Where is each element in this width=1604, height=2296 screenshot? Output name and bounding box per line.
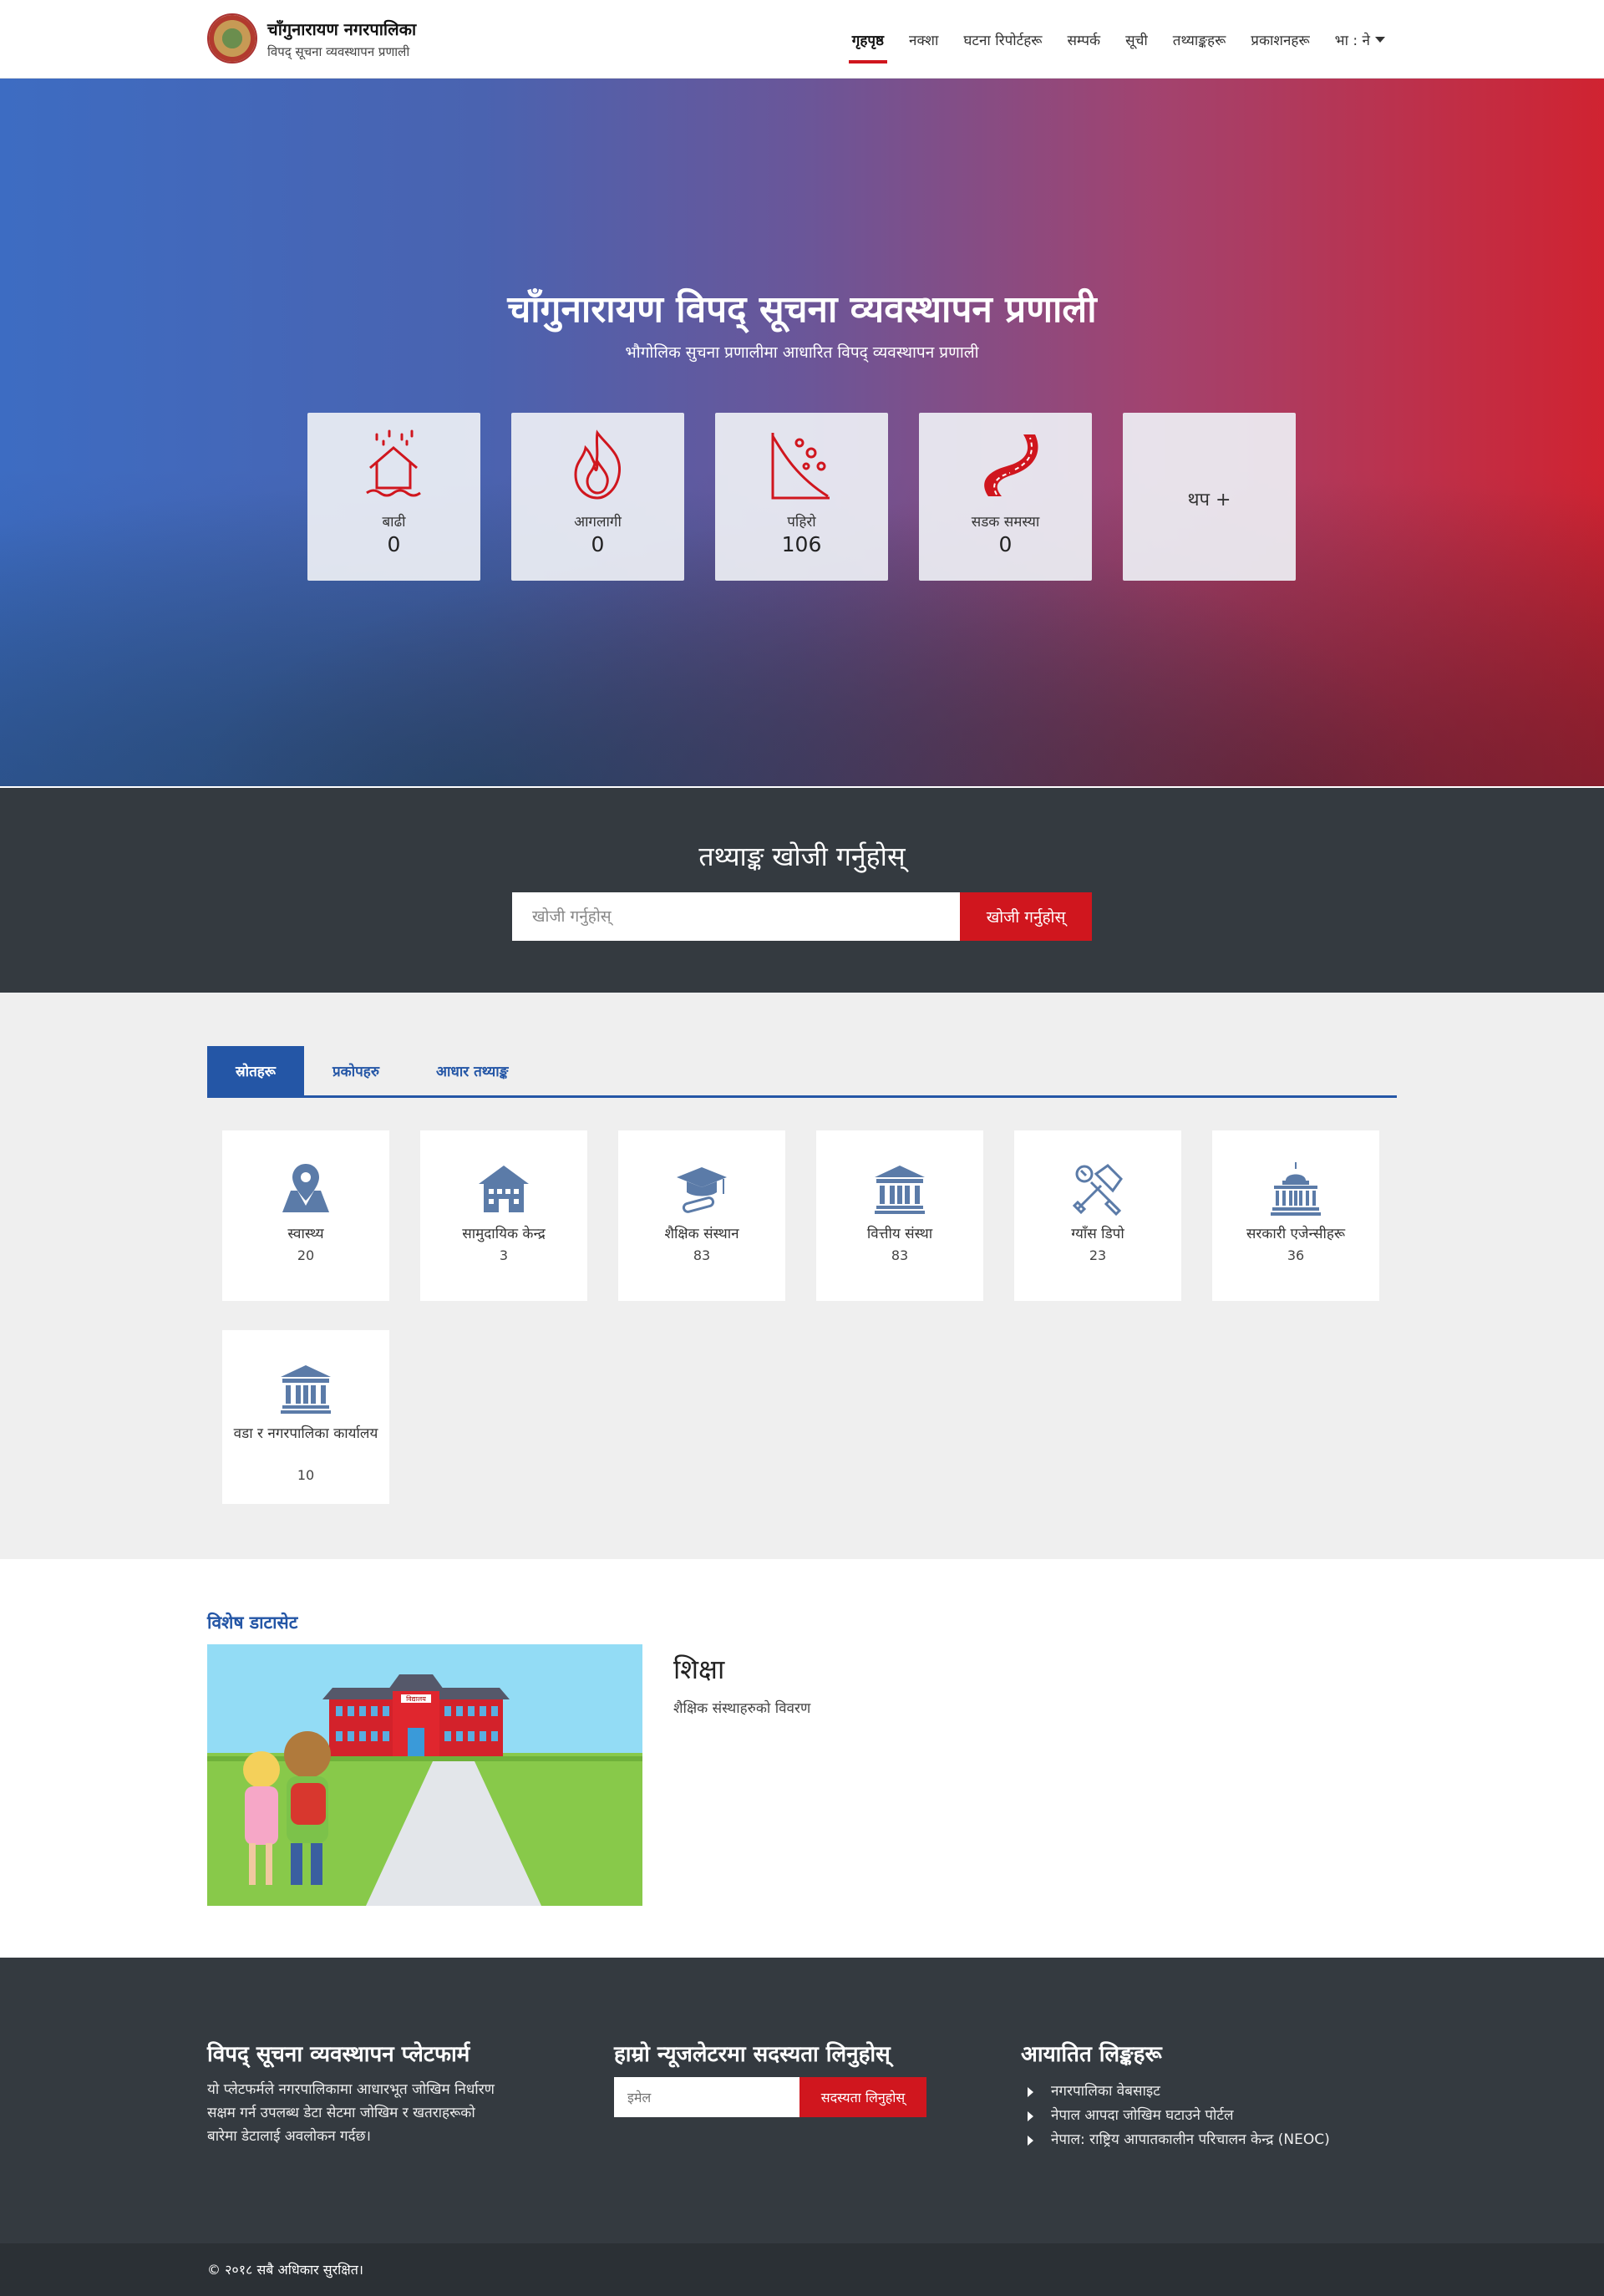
- tab-baseline-data[interactable]: आधार तथ्याङ्क: [408, 1046, 536, 1095]
- resource-card-education[interactable]: शैक्षिक संस्थान 83: [618, 1130, 785, 1301]
- resource-name: ग्याँस डिपो: [1071, 1226, 1124, 1242]
- resource-name: वित्तीय संस्था: [866, 1226, 933, 1242]
- hazard-card-more[interactable]: थप +: [1123, 413, 1296, 581]
- nav-incident-reports[interactable]: घटना रिपोर्टहरू: [963, 0, 1042, 79]
- hazard-card-road[interactable]: सडक समस्या 0: [919, 413, 1092, 581]
- resource-name: स्वास्थ्य: [287, 1226, 324, 1242]
- hazard-label: बाढी: [382, 514, 406, 531]
- resource-name: शैक्षिक संस्थान: [664, 1226, 739, 1242]
- main-nav: गृहपृष्ठ नक्शा घटना रिपोर्टहरू सम्पर्क स…: [848, 0, 1385, 79]
- hazard-cards: बाढी 0 आगलागी 0 पहिरो 106 सडक समस्या 0 थ…: [307, 413, 1296, 581]
- bank-icon: [875, 1166, 925, 1214]
- nav-statistics[interactable]: तथ्याङ्कहरू: [1173, 0, 1226, 79]
- brand-subtitle: विपद् सूचना व्यवस्थापन प्रणाली: [267, 43, 410, 59]
- newsletter-title: हाम्रो न्यूजलेटरमा सदस्यता लिनुहोस्: [614, 2042, 891, 2067]
- resource-count: 3: [499, 1247, 509, 1263]
- search-section: तथ्याङ्क खोजी गर्नुहोस् खोजी गर्नुहोस्: [0, 786, 1604, 993]
- nav-contact[interactable]: सम्पर्क: [1067, 0, 1100, 79]
- hazard-card-fire[interactable]: आगलागी 0: [511, 413, 684, 581]
- more-hazards-label: थप +: [1187, 490, 1231, 511]
- hazard-label: पहिरो: [787, 514, 816, 531]
- resource-count: 20: [297, 1247, 315, 1263]
- flood-icon: [366, 429, 421, 497]
- search-title: तथ्याङ्क खोजी गर्नुहोस्: [698, 841, 906, 872]
- resource-card-financial-institution[interactable]: वित्तीय संस्था 83: [816, 1130, 983, 1301]
- resources-section: स्रोतहरू प्रकोपहरु आधार तथ्याङ्क स्वास्थ…: [0, 993, 1604, 1559]
- language-label: भा : ने: [1334, 32, 1370, 49]
- resource-count: 83: [891, 1247, 909, 1263]
- hero-banner: चाँगुनारायण विपद् सूचना व्यवस्थापन प्रणा…: [0, 79, 1604, 786]
- hazard-value: 0: [387, 532, 401, 556]
- site-header: चाँगुनारायण नगरपालिका विपद् सूचना व्यवस्…: [0, 0, 1604, 79]
- brand-title: चाँगुनारायण नगरपालिका: [267, 18, 417, 39]
- tab-resources[interactable]: स्रोतहरू: [207, 1046, 304, 1095]
- brand[interactable]: चाँगुनारायण नगरपालिका विपद् सूचना व्यवस्…: [207, 13, 416, 63]
- language-dropdown[interactable]: भा : ने: [1335, 0, 1385, 79]
- featured-dataset-description: शैक्षिक संस्थाहरुको विवरण: [673, 1700, 811, 1717]
- footer-link-municipality-website[interactable]: नगरपालिका वेबसाइट: [1021, 2080, 1355, 2104]
- school-illustration: विद्यालय: [207, 1644, 642, 1906]
- nav-publications[interactable]: प्रकाशनहरू: [1251, 0, 1309, 79]
- featured-dataset-image[interactable]: विद्यालय: [207, 1644, 642, 1906]
- resource-card-community-center[interactable]: सामुदायिक केन्द्र 3: [420, 1130, 587, 1301]
- resource-card-ward-office[interactable]: वडा र नगरपालिका कार्यालय 10: [222, 1330, 389, 1504]
- search-button[interactable]: खोजी गर्नुहोस्: [960, 892, 1092, 941]
- featured-section-title: विशेष डाटासेट: [207, 1613, 298, 1633]
- graduation-cap-icon: [677, 1167, 727, 1213]
- featured-dataset-name[interactable]: शिक्षा: [673, 1651, 724, 1687]
- resource-name: वडा र नगरपालिका कार्यालय: [233, 1425, 378, 1442]
- hazard-value: 0: [998, 532, 1013, 556]
- footer-links-title: आयातित लिङ्कहरू: [1021, 2042, 1162, 2067]
- resource-tabs: स्रोतहरू प्रकोपहरु आधार तथ्याङ्क: [207, 1046, 1397, 1098]
- newsletter-subscribe-button[interactable]: सदस्यता लिनुहोस्: [799, 2077, 926, 2117]
- tab-hazards[interactable]: प्रकोपहरु: [304, 1046, 408, 1095]
- hazard-label: सडक समस्या: [971, 514, 1040, 531]
- nav-list[interactable]: सूची: [1125, 0, 1148, 79]
- resource-card-gas-depot[interactable]: ग्याँस डिपो 23: [1014, 1130, 1181, 1301]
- hazard-label: आगलागी: [574, 514, 622, 531]
- footer-about-text: यो प्लेटफर्मले नगरपालिकामा आधारभूत जोखिम…: [207, 2081, 495, 2145]
- footer-link-neoc[interactable]: नेपाल: राष्ट्रिय आपातकालीन परिचालन केन्द…: [1021, 2128, 1355, 2152]
- footer-links: नगरपालिका वेबसाइट नेपाल आपदा जोखिम घटाउन…: [1021, 2080, 1355, 2152]
- bank-icon: [281, 1365, 331, 1414]
- hero-subtitle: भौगोलिक सुचना प्रणालीमा आधारित विपद् व्य…: [625, 343, 979, 362]
- community-building-icon: [479, 1166, 529, 1212]
- school-sign-text: विद्यालय: [406, 1694, 426, 1703]
- hazard-value: 106: [781, 532, 822, 556]
- nav-map[interactable]: नक्शा: [909, 0, 938, 79]
- footer-about-title: विपद् सूचना व्यवस्थापन प्लेटफार्म: [207, 2042, 470, 2067]
- map-pin-icon: [282, 1164, 329, 1212]
- tools-icon: [1072, 1164, 1123, 1216]
- footer-link-drr-portal[interactable]: नेपाल आपदा जोखिम घटाउने पोर्टल: [1021, 2104, 1355, 2128]
- hero-title: चाँगुनारायण विपद् सूचना व्यवस्थापन प्रणा…: [507, 288, 1097, 331]
- landslide-icon: [771, 433, 830, 500]
- resource-name: सरकारी एजेन्सीहरू: [1246, 1226, 1346, 1242]
- resource-count: 36: [1287, 1247, 1305, 1263]
- resource-count: 10: [297, 1467, 315, 1483]
- capitol-icon: [1271, 1162, 1321, 1216]
- resource-card-health[interactable]: स्वास्थ्य 20: [222, 1130, 389, 1301]
- search-input[interactable]: [512, 892, 960, 941]
- resource-name: सामुदायिक केन्द्र: [462, 1226, 546, 1242]
- hazard-value: 0: [591, 532, 605, 556]
- copyright-bar: © २०१८ सबै अधिकार सुरक्षित।: [0, 2243, 1604, 2296]
- fire-icon: [574, 429, 622, 500]
- hazard-card-flood[interactable]: बाढी 0: [307, 413, 480, 581]
- nav-home[interactable]: गृहपृष्ठ: [848, 0, 888, 79]
- municipality-logo: [207, 13, 257, 63]
- resource-count: 23: [1089, 1247, 1107, 1263]
- newsletter-email-input[interactable]: [614, 2077, 799, 2117]
- resource-card-government-agencies[interactable]: सरकारी एजेन्सीहरू 36: [1212, 1130, 1379, 1301]
- resource-count: 83: [693, 1247, 711, 1263]
- site-footer: विपद् सूचना व्यवस्थापन प्लेटफार्म यो प्ल…: [0, 1958, 1604, 2243]
- caret-down-icon: [1375, 36, 1385, 43]
- hazard-card-landslide[interactable]: पहिरो 106: [715, 413, 888, 581]
- road-icon: [984, 434, 1038, 496]
